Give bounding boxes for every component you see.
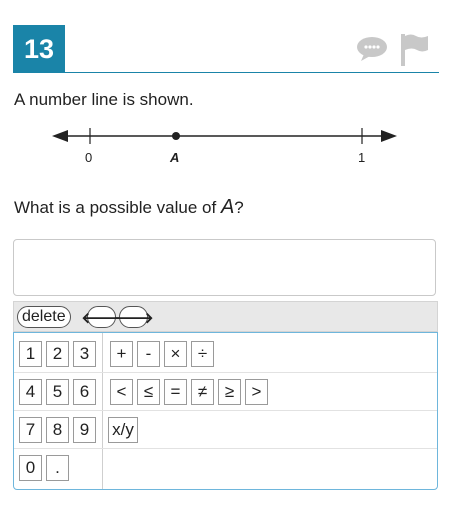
comment-icon[interactable] — [356, 36, 388, 62]
key-less-equal[interactable]: ≤ — [137, 379, 160, 405]
cursor-right-button[interactable]: 🡒 — [113, 306, 154, 328]
key-multiply[interactable]: × — [164, 341, 187, 367]
key-decimal[interactable]: . — [46, 455, 69, 481]
key-3[interactable]: 3 — [73, 341, 96, 367]
key-minus[interactable]: - — [137, 341, 160, 367]
key-5[interactable]: 5 — [46, 379, 69, 405]
question-text: What is a possible value of A? — [14, 196, 244, 219]
key-8[interactable]: 8 — [46, 417, 69, 443]
key-divide[interactable]: ÷ — [191, 341, 214, 367]
delete-button[interactable]: delete — [17, 306, 71, 328]
key-equals[interactable]: = — [164, 379, 187, 405]
key-fraction[interactable]: x/y — [108, 417, 138, 443]
keypad-row-divider — [14, 410, 437, 411]
point-a-marker — [172, 132, 180, 140]
editor-toolbar: delete 🡐 🡒 — [13, 301, 438, 332]
prompt-text: A number line is shown. — [14, 90, 194, 109]
key-2[interactable]: 2 — [46, 341, 69, 367]
key-7[interactable]: 7 — [19, 417, 42, 443]
key-1[interactable]: 1 — [19, 341, 42, 367]
key-6[interactable]: 6 — [73, 379, 96, 405]
key-greater-than[interactable]: > — [245, 379, 268, 405]
keypad-divider — [102, 333, 103, 489]
tick-label-1: 1 — [358, 150, 366, 165]
flag-icon[interactable] — [398, 33, 430, 67]
key-4[interactable]: 4 — [19, 379, 42, 405]
question-before: What is a possible value of — [14, 198, 221, 217]
right-arrow-icon: 🡒 — [113, 309, 154, 327]
point-label-a: A — [170, 150, 180, 165]
key-0[interactable]: 0 — [19, 455, 42, 481]
cursor-left-button[interactable]: 🡐 — [81, 306, 122, 328]
keypad: 1 2 3 4 5 6 7 8 9 0 . + - × ÷ < ≤ = ≠ ≥ … — [13, 332, 438, 490]
key-plus[interactable]: + — [110, 341, 133, 367]
answer-input[interactable] — [13, 239, 436, 296]
keypad-row-divider — [14, 448, 437, 449]
key-greater-equal[interactable]: ≥ — [218, 379, 241, 405]
key-9[interactable]: 9 — [73, 417, 96, 443]
key-less-than[interactable]: < — [110, 379, 133, 405]
number-line: 0 A 1 — [50, 122, 400, 172]
question-variable: A — [220, 196, 235, 218]
tick-label-0: 0 — [85, 150, 93, 165]
key-not-equal[interactable]: ≠ — [191, 379, 214, 405]
header-divider — [13, 72, 439, 73]
keypad-row-divider — [14, 372, 437, 373]
question-number: 13 — [13, 25, 65, 73]
question-after: ? — [234, 198, 244, 217]
